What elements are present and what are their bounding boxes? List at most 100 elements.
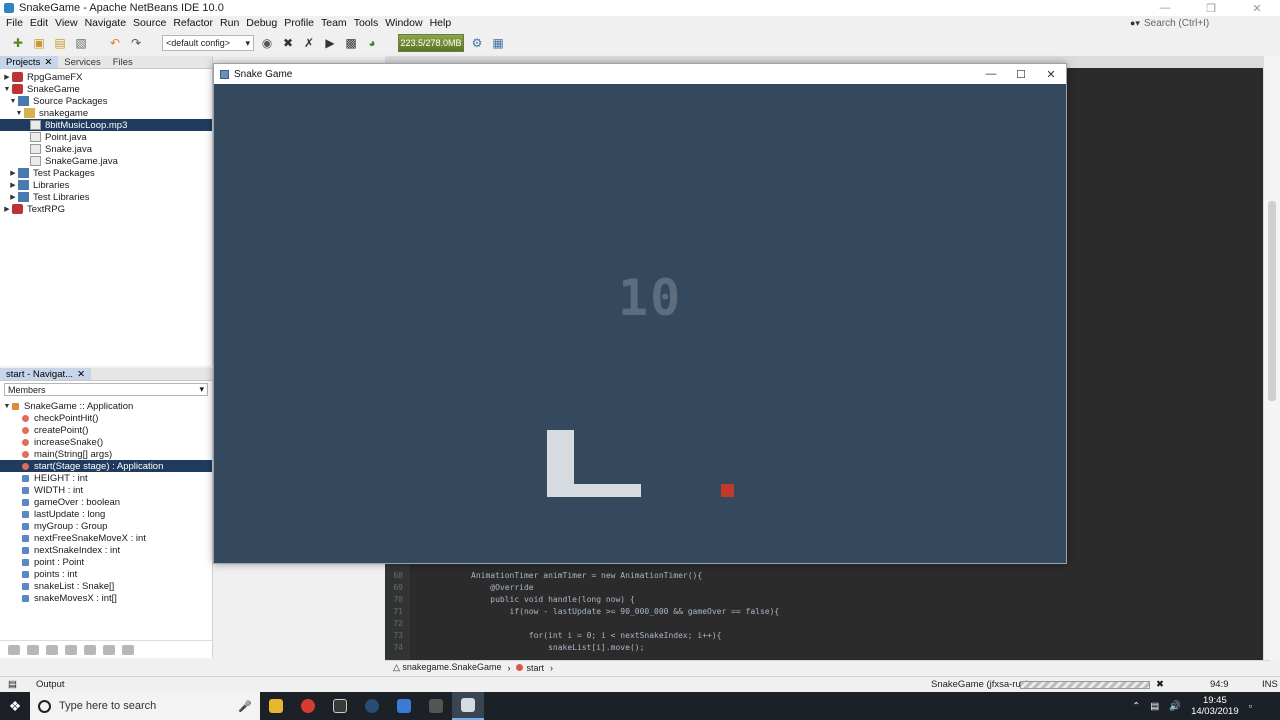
navigator-root[interactable]: ▼ SnakeGame :: Application: [0, 400, 212, 412]
run-icon[interactable]: ▶: [322, 35, 338, 51]
menu-file[interactable]: File: [4, 17, 28, 29]
scrollbar-thumb[interactable]: [1268, 201, 1276, 401]
game-title-bar[interactable]: Snake Game — ☐ ✕: [214, 64, 1066, 84]
redo-icon[interactable]: ↷: [128, 35, 144, 51]
navigator-member[interactable]: createPoint(): [0, 424, 212, 436]
new-file-icon[interactable]: ✚: [10, 35, 26, 51]
restore-icon[interactable]: ❐: [1188, 0, 1234, 16]
tree-item-source-packages[interactable]: ▼ Source Packages: [0, 95, 212, 107]
profile-icon[interactable]: ◕: [364, 35, 380, 51]
new-project-icon[interactable]: ▣: [31, 35, 47, 51]
tab-services[interactable]: Services: [58, 56, 106, 68]
gc-icon[interactable]: ⚙: [469, 35, 485, 51]
clock[interactable]: 19:45 14/03/2019: [1191, 695, 1239, 717]
expand-icon[interactable]: ▶: [2, 73, 12, 81]
menu-profile[interactable]: Profile: [282, 17, 319, 29]
debug-icon[interactable]: ▩: [343, 35, 359, 51]
menu-debug[interactable]: Debug: [244, 17, 282, 29]
snake-game-window[interactable]: Snake Game — ☐ ✕ 10: [213, 63, 1067, 564]
navigator-member[interactable]: snakeMovesX : int[]: [0, 592, 212, 604]
notifications-icon[interactable]: ▫: [1249, 701, 1252, 712]
filter-toggle-icon[interactable]: [8, 644, 20, 655]
breadcrumb-item[interactable]: start: [516, 663, 544, 673]
config-select[interactable]: <default config> ▾: [162, 35, 254, 51]
volume-icon[interactable]: 🔊: [1169, 701, 1181, 712]
tree-item-snakegame-java[interactable]: SnakeGame.java: [0, 155, 212, 167]
minimize-icon[interactable]: —: [976, 64, 1006, 84]
java-taskbar-icon[interactable]: [420, 692, 452, 720]
epic-games-icon[interactable]: [324, 692, 356, 720]
cancel-icon[interactable]: ✖: [1156, 679, 1164, 690]
snapshot-icon[interactable]: ▦: [490, 35, 506, 51]
tree-item-point-java[interactable]: Point.java: [0, 131, 212, 143]
expand-icon[interactable]: ▶: [2, 205, 12, 213]
menu-team[interactable]: Team: [319, 17, 352, 29]
filter-toggle-icon[interactable]: [46, 644, 58, 655]
menu-edit[interactable]: Edit: [28, 17, 53, 29]
expand-icon[interactable]: ▶: [8, 169, 18, 177]
tab-files[interactable]: Files: [107, 56, 139, 68]
tree-item-test-libraries[interactable]: ▶ Test Libraries: [0, 191, 212, 203]
chrome-icon[interactable]: [292, 692, 324, 720]
filter-toggle-icon[interactable]: [65, 644, 77, 655]
navigator-member[interactable]: myGroup : Group: [0, 520, 212, 532]
menu-source[interactable]: Source: [131, 17, 171, 29]
tab-projects[interactable]: Projects ✕: [0, 56, 59, 68]
members-filter-select[interactable]: Members ▾: [4, 383, 208, 396]
ide-search-input[interactable]: ●▾ Search (Ctrl+I): [1130, 16, 1240, 30]
navigator-member[interactable]: checkPointHit(): [0, 412, 212, 424]
navigator-member[interactable]: increaseSnake(): [0, 436, 212, 448]
open-project-icon[interactable]: ▤: [52, 35, 68, 51]
build-hammer-icon[interactable]: ✖: [280, 35, 296, 51]
breadcrumb-item[interactable]: △ snakegame.SnakeGame: [393, 662, 501, 673]
navigator-member[interactable]: HEIGHT : int: [0, 472, 212, 484]
menu-window[interactable]: Window: [383, 17, 427, 29]
microphone-icon[interactable]: 🎤: [238, 700, 252, 713]
clean-build-icon[interactable]: ✗: [301, 35, 317, 51]
close-icon[interactable]: ✕: [1036, 64, 1066, 84]
menu-run[interactable]: Run: [218, 17, 244, 29]
tree-item-rpggamefx[interactable]: ▶ RpgGameFX: [0, 71, 212, 83]
close-icon[interactable]: ✕: [44, 57, 52, 68]
minimize-icon[interactable]: —: [1142, 0, 1188, 16]
navigator-member[interactable]: point : Point: [0, 556, 212, 568]
output-tab[interactable]: Output: [36, 679, 65, 690]
menu-navigate[interactable]: Navigate: [83, 17, 131, 29]
netbeans-taskbar-icon[interactable]: [388, 692, 420, 720]
menu-tools[interactable]: Tools: [352, 17, 384, 29]
windows-start-icon[interactable]: ❖: [0, 692, 30, 720]
network-icon[interactable]: ▤: [1150, 701, 1159, 712]
menu-refactor[interactable]: Refactor: [171, 17, 218, 29]
undo-icon[interactable]: ↶: [107, 35, 123, 51]
maximize-icon[interactable]: ☐: [1006, 64, 1036, 84]
chevron-up-icon[interactable]: ⌃: [1132, 701, 1140, 712]
file-explorer-icon[interactable]: [260, 692, 292, 720]
expand-icon[interactable]: ▶: [8, 193, 18, 201]
tree-item-libraries[interactable]: ▶ Libraries: [0, 179, 212, 191]
taskbar-search-input[interactable]: Type here to search 🎤: [30, 692, 260, 720]
filter-toggle-icon[interactable]: [84, 644, 96, 655]
navigator-member[interactable]: points : int: [0, 568, 212, 580]
navigator-member[interactable]: lastUpdate : long: [0, 508, 212, 520]
tree-item-snakegame-package[interactable]: ▼ snakegame: [0, 107, 212, 119]
navigator-member-selected[interactable]: start(Stage stage) : Application: [0, 460, 212, 472]
tree-item-music-file[interactable]: 8bitMusicLoop.mp3: [0, 119, 212, 131]
memory-meter[interactable]: 223.5/278.0MB: [398, 34, 464, 52]
close-icon[interactable]: ✕: [1234, 0, 1280, 16]
collapse-icon[interactable]: ▼: [14, 110, 24, 117]
navigator-member[interactable]: gameOver : boolean: [0, 496, 212, 508]
collapse-icon[interactable]: ▼: [8, 98, 18, 105]
tree-item-snakegame[interactable]: ▼ SnakeGame: [0, 83, 212, 95]
filter-toggle-icon[interactable]: [27, 644, 39, 655]
tab-navigator[interactable]: start - Navigat... ✕: [0, 368, 92, 380]
globe-icon[interactable]: ◉: [259, 35, 275, 51]
navigator-member[interactable]: main(String[] args): [0, 448, 212, 460]
steam-icon[interactable]: [356, 692, 388, 720]
collapse-icon[interactable]: ▼: [2, 86, 12, 93]
filter-toggle-icon[interactable]: [103, 644, 115, 655]
tree-item-test-packages[interactable]: ▶ Test Packages: [0, 167, 212, 179]
close-icon[interactable]: ✕: [77, 369, 85, 380]
navigator-member[interactable]: nextFreeSnakeMoveX : int: [0, 532, 212, 544]
snake-game-taskbar-icon[interactable]: [452, 692, 484, 720]
game-canvas[interactable]: 10: [214, 84, 1066, 563]
